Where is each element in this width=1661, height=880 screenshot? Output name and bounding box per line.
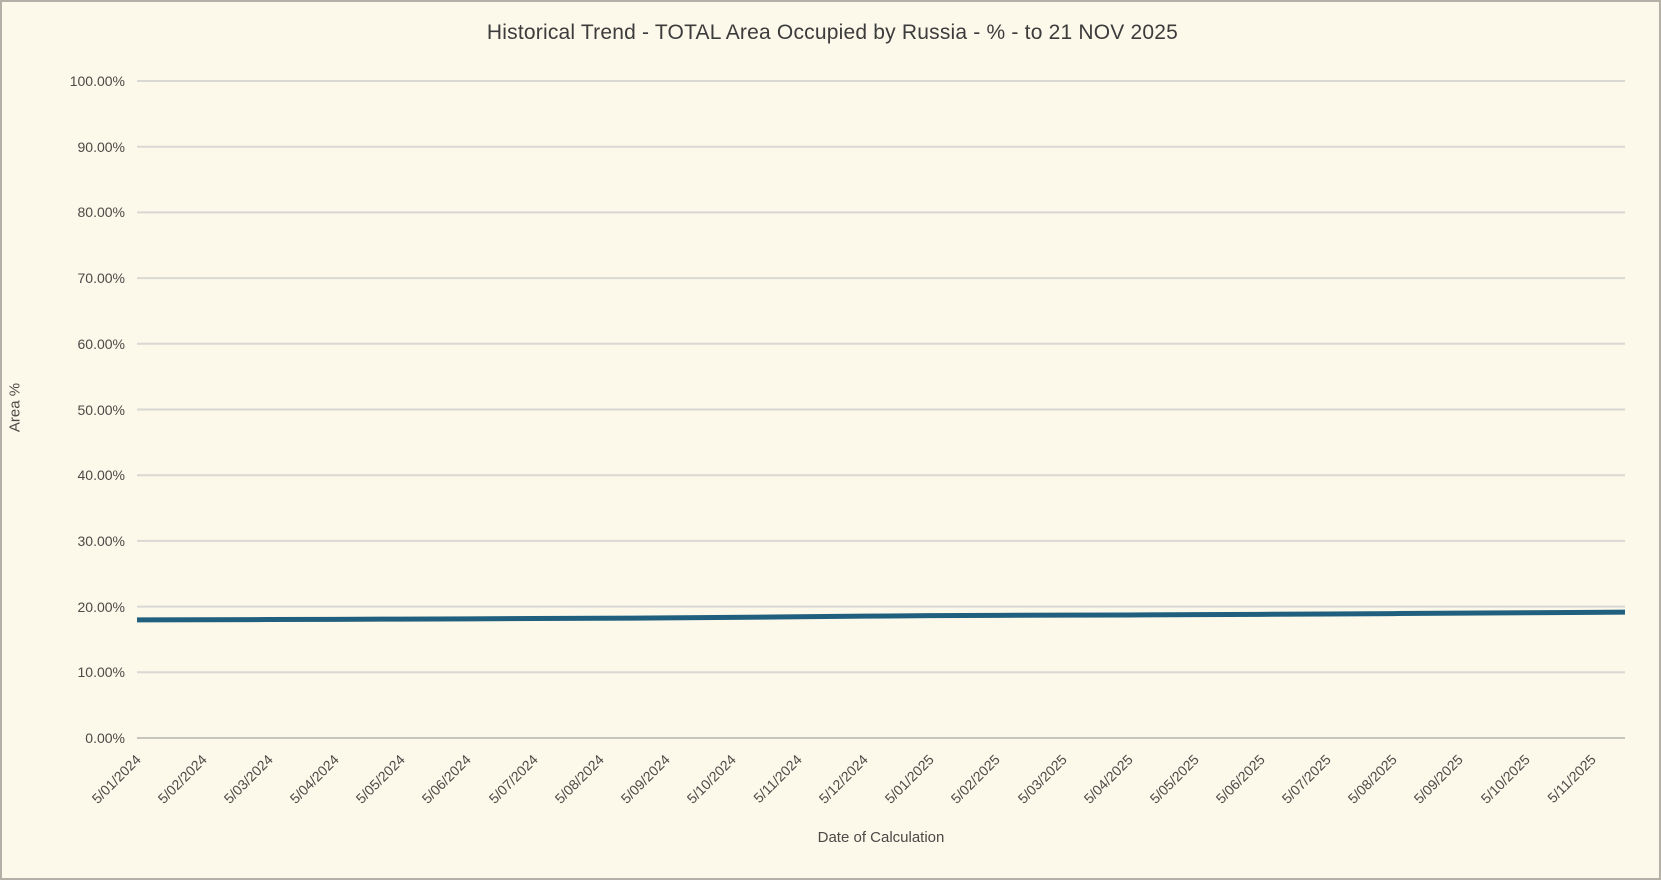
y-tick-label: 80.00% bbox=[77, 204, 125, 221]
y-tick-label: 20.00% bbox=[77, 598, 125, 615]
y-tick-label: 60.00% bbox=[77, 335, 125, 352]
plot-area bbox=[136, 80, 1626, 739]
y-tick-label: 90.00% bbox=[77, 138, 125, 155]
y-tick-label: 0.00% bbox=[85, 730, 125, 746]
y-tick-label: 10.00% bbox=[77, 664, 125, 681]
trend-line bbox=[136, 609, 1626, 623]
y-tick-label: 70.00% bbox=[77, 270, 125, 287]
chart-window: Historical Trend - TOTAL Area Occupied b… bbox=[0, 0, 1661, 880]
y-axis-title: Area % bbox=[6, 382, 24, 433]
x-axis-title: Date of Calculation bbox=[817, 829, 945, 846]
chart-title: Historical Trend - TOTAL Area Occupied b… bbox=[486, 21, 1179, 44]
y-tick-label: 50.00% bbox=[77, 401, 125, 418]
y-tick-label: 40.00% bbox=[77, 467, 125, 484]
y-tick-label: 100.00% bbox=[69, 73, 125, 89]
y-tick-label: 30.00% bbox=[77, 532, 125, 549]
